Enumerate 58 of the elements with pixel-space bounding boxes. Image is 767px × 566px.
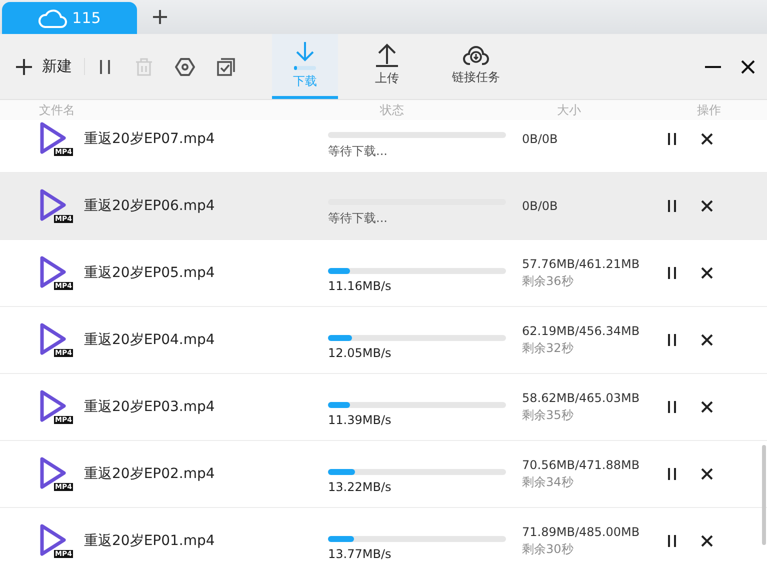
pause-icon[interactable] — [666, 133, 678, 145]
status-text: 13.77MB/s — [328, 546, 392, 560]
pause-icon[interactable] — [666, 401, 678, 413]
size-text: 70.56MB/471.88MB — [522, 458, 641, 472]
size-text: 57.76MB/461.21MB — [522, 256, 641, 270]
size-text: 62.19MB/456.34MB — [522, 324, 641, 338]
close-icon[interactable] — [741, 60, 755, 74]
remaining-time: 剩余30秒 — [522, 540, 574, 558]
status-text: 12.05MB/s — [328, 346, 392, 360]
close-icon[interactable] — [701, 334, 713, 346]
file-name: 重返20岁EP04.mp4 — [84, 331, 216, 349]
new-task-button[interactable]: 新建 — [0, 34, 72, 99]
status-text: 等待下载... — [328, 210, 388, 227]
status-text: 11.16MB/s — [328, 278, 392, 292]
close-icon[interactable] — [701, 133, 713, 145]
remaining-time: 剩余35秒 — [522, 406, 574, 424]
column-header: 大小 — [557, 102, 581, 119]
checklist-icon[interactable] — [217, 58, 235, 76]
close-icon[interactable] — [701, 468, 713, 480]
size-text: 0B/0B — [522, 199, 559, 213]
status-text: 等待下载... — [328, 143, 388, 160]
mode-tab[interactable]: 链接任务 — [436, 34, 516, 99]
column-header: 操作 — [697, 102, 721, 119]
remaining-time: 剩余32秒 — [522, 340, 574, 356]
pause-icon[interactable] — [666, 267, 678, 279]
plus-icon — [15, 58, 33, 76]
settings-icon[interactable] — [175, 56, 195, 76]
pause-icon[interactable] — [666, 468, 678, 480]
remaining-time: 剩余34秒 — [522, 474, 574, 490]
file-name: 重返20岁EP05.mp4 — [84, 264, 216, 282]
status-text: 13.22MB/s — [328, 480, 392, 494]
new-tab-icon[interactable] — [153, 10, 167, 24]
size-text: 71.89MB/485.00MB — [522, 524, 641, 538]
status-text: 11.39MB/s — [328, 412, 392, 426]
pause-all-icon[interactable] — [97, 58, 113, 74]
mode-tab[interactable]: 上传 — [354, 34, 420, 99]
file-name: 重返20岁EP06.mp4 — [84, 197, 216, 215]
column-header: 状态 — [380, 102, 404, 119]
pause-icon[interactable] — [666, 334, 678, 346]
close-icon[interactable] — [701, 267, 713, 279]
file-name: 重返20岁EP02.mp4 — [84, 465, 216, 483]
pause-icon[interactable] — [666, 200, 678, 212]
size-text: 58.62MB/465.03MB — [522, 390, 641, 404]
upload-arrow-icon — [375, 43, 399, 67]
pause-icon[interactable] — [666, 535, 678, 547]
size-text: 0B/0B — [522, 132, 559, 146]
remaining-time: 剩余36秒 — [522, 272, 574, 290]
download-arrow-icon — [294, 40, 316, 62]
close-icon[interactable] — [701, 200, 713, 212]
cloud-download-icon — [463, 44, 489, 66]
file-name: 重返20岁EP03.mp4 — [84, 398, 216, 416]
file-name: 重返20岁EP07.mp4 — [84, 130, 216, 148]
close-icon[interactable] — [701, 535, 713, 547]
file-name: 重返20岁EP01.mp4 — [84, 532, 216, 550]
cloud-icon — [38, 7, 68, 29]
close-icon[interactable] — [701, 401, 713, 413]
column-header: 文件名 — [39, 102, 75, 119]
scrollbar-thumb[interactable] — [762, 445, 766, 545]
